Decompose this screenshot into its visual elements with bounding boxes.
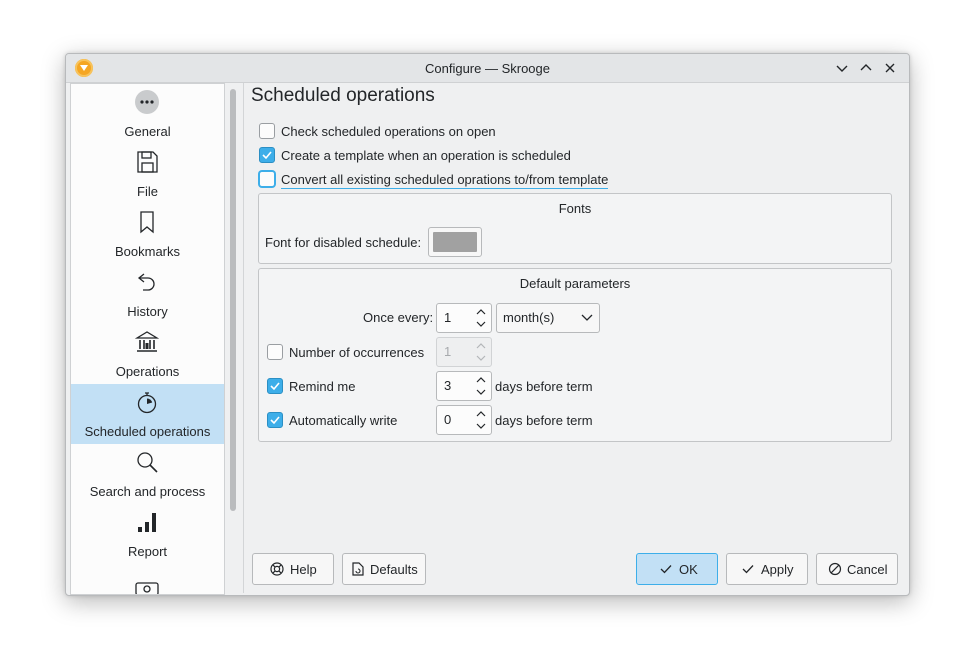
cancel-icon bbox=[828, 562, 842, 576]
bank-icon bbox=[134, 330, 160, 354]
configure-dialog: Configure — Skrooge General File Bookmar… bbox=[65, 53, 910, 596]
ok-button-label: OK bbox=[679, 562, 698, 577]
checkmark-icon bbox=[262, 151, 272, 160]
spin-arrows-icon[interactable] bbox=[475, 340, 487, 364]
sidebar-item-general[interactable]: General bbox=[71, 84, 224, 144]
sidebar-item-label: History bbox=[127, 304, 168, 319]
period-select[interactable]: month(s) bbox=[496, 303, 600, 333]
convert-all-label: Convert all existing scheduled oprations… bbox=[281, 172, 609, 189]
once-every-spinbox[interactable]: 1 bbox=[436, 303, 492, 333]
checkmark-icon bbox=[270, 416, 280, 425]
remind-me-checkbox[interactable] bbox=[267, 378, 283, 394]
sidebar-item-label: Bookmarks bbox=[114, 244, 181, 259]
color-swatch bbox=[433, 232, 477, 252]
chevron-down-icon bbox=[836, 65, 848, 72]
font-color-button[interactable] bbox=[428, 227, 482, 257]
sidebar-item-search-and-process[interactable]: Search and process bbox=[71, 444, 224, 504]
default-parameters-group: Default parameters Once every: 1 month(s… bbox=[258, 268, 892, 442]
sidebar-item-report[interactable]: Report bbox=[71, 504, 224, 564]
sidebar-item-label: Report bbox=[127, 544, 168, 559]
search-icon bbox=[135, 450, 159, 474]
convert-all-checkbox[interactable] bbox=[259, 171, 275, 187]
stopwatch-icon bbox=[135, 390, 159, 414]
sidebar-item-partial[interactable] bbox=[71, 564, 224, 594]
camera-icon bbox=[135, 570, 159, 594]
auto-write-value: 0 bbox=[444, 412, 452, 427]
once-every-label: Once every: bbox=[363, 310, 434, 325]
save-icon bbox=[135, 150, 159, 174]
sidebar-item-scheduled-operations[interactable]: Scheduled operations bbox=[71, 384, 224, 444]
occurrences-label: Number of occurrences bbox=[289, 345, 425, 360]
sidebar-item-file[interactable]: File bbox=[71, 144, 224, 204]
period-value: month(s) bbox=[503, 310, 555, 325]
auto-write-label: Automatically write bbox=[289, 413, 398, 428]
chevron-up-icon bbox=[860, 64, 872, 71]
auto-write-spinbox[interactable]: 0 bbox=[436, 405, 492, 435]
chevron-down-icon bbox=[581, 314, 593, 321]
occurrences-checkbox[interactable] bbox=[267, 344, 283, 360]
dots-icon bbox=[135, 90, 159, 114]
close-icon bbox=[885, 63, 895, 73]
sidebar: General File Bookmarks History Operation… bbox=[70, 83, 225, 595]
remind-me-suffix: days before term bbox=[495, 379, 593, 394]
checkmark-icon bbox=[660, 565, 672, 574]
help-button-label: Help bbox=[290, 562, 317, 577]
occurrences-value: 1 bbox=[444, 344, 452, 359]
close-button[interactable] bbox=[881, 59, 899, 77]
undo-icon bbox=[135, 270, 159, 294]
maximize-button[interactable] bbox=[857, 59, 875, 77]
window-title: Configure — Skrooge bbox=[424, 61, 550, 76]
remind-me-label: Remind me bbox=[289, 379, 356, 394]
fonts-group-title: Fonts bbox=[558, 201, 592, 216]
sidebar-item-bookmarks[interactable]: Bookmarks bbox=[71, 204, 224, 264]
help-lifebuoy-icon bbox=[270, 562, 284, 576]
document-reset-icon bbox=[352, 562, 364, 576]
sidebar-item-label: General bbox=[124, 124, 171, 139]
auto-write-suffix: days before term bbox=[495, 413, 593, 428]
sidebar-item-label: Scheduled operations bbox=[84, 424, 211, 439]
sidebar-item-label: Search and process bbox=[89, 484, 206, 499]
create-template-label: Create a template when an operation is s… bbox=[281, 148, 571, 163]
check-on-open-label: Check scheduled operations on open bbox=[281, 124, 496, 139]
create-template-checkbox[interactable] bbox=[259, 147, 275, 163]
default-parameters-title: Default parameters bbox=[519, 276, 631, 291]
fonts-group: Fonts Font for disabled schedule: bbox=[258, 193, 892, 264]
apply-button-label: Apply bbox=[761, 562, 794, 577]
checkmark-icon bbox=[270, 382, 280, 391]
remind-me-value: 3 bbox=[444, 378, 452, 393]
ok-button[interactable]: OK bbox=[636, 553, 718, 585]
help-button[interactable]: Help bbox=[252, 553, 334, 585]
divider bbox=[243, 83, 244, 593]
sidebar-item-history[interactable]: History bbox=[71, 264, 224, 324]
sidebar-scrollbar[interactable] bbox=[230, 89, 236, 511]
minimize-button[interactable] bbox=[833, 59, 851, 77]
once-every-value: 1 bbox=[444, 310, 452, 325]
cancel-button-label: Cancel bbox=[847, 562, 888, 577]
checkmark-icon bbox=[742, 565, 754, 574]
defaults-button-label: Defaults bbox=[370, 562, 418, 577]
occurrences-spinbox[interactable]: 1 bbox=[436, 337, 492, 367]
apply-button[interactable]: Apply bbox=[726, 553, 808, 585]
check-on-open-checkbox[interactable] bbox=[259, 123, 275, 139]
signal-bars-icon bbox=[135, 510, 159, 534]
title-bar: Configure — Skrooge bbox=[66, 54, 909, 83]
spin-arrows-icon[interactable] bbox=[475, 306, 487, 330]
sidebar-item-operations[interactable]: Operations bbox=[71, 324, 224, 384]
spin-arrows-icon[interactable] bbox=[475, 408, 487, 432]
sidebar-item-label: File bbox=[137, 184, 158, 199]
page-title: Scheduled operations bbox=[251, 85, 435, 106]
sidebar-item-label: Operations bbox=[115, 364, 180, 379]
cancel-button[interactable]: Cancel bbox=[816, 553, 898, 585]
spin-arrows-icon[interactable] bbox=[475, 374, 487, 398]
defaults-button[interactable]: Defaults bbox=[342, 553, 426, 585]
font-disabled-label: Font for disabled schedule: bbox=[265, 235, 422, 250]
bookmark-icon bbox=[135, 210, 159, 234]
remind-me-spinbox[interactable]: 3 bbox=[436, 371, 492, 401]
auto-write-checkbox[interactable] bbox=[267, 412, 283, 428]
